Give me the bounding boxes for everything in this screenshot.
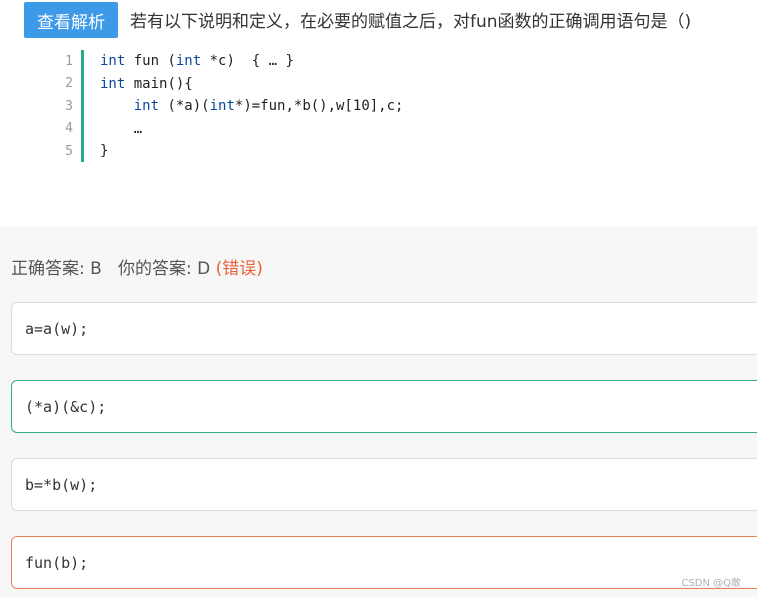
code-text: int main(){ [100,76,193,92]
line-number: 1 [65,53,73,69]
code-line: 4 … [58,118,142,141]
correct-answer-label: 正确答案: B [11,259,102,279]
your-answer-label: 你的答案: D [118,259,211,279]
code-keyword: int [100,75,126,92]
option-c[interactable]: b=*b(w); [11,458,757,511]
code-line: 3 int (*a)(int*)=fun,*b(),w[10],c; [58,95,403,118]
code-block: 1 int fun (int *c) { … } 2 int main(){ 3… [58,50,403,163]
question-text: 若有以下说明和定义，在必要的赋值之后，对fun函数的正确调用语句是（) [130,12,692,32]
view-analysis-button[interactable]: 查看解析 [24,2,118,38]
question-panel: 查看解析 若有以下说明和定义，在必要的赋值之后，对fun函数的正确调用语句是（)… [0,0,757,226]
code-fragment: (*a)( [159,98,210,115]
code-text: int (*a)(int*)=fun,*b(),w[10],c; [100,98,404,115]
code-line: 2 int main(){ [58,73,193,96]
watermark: CSDN @Q敢 [681,578,741,589]
code-line: 5 } [58,140,108,163]
code-keyword: int [175,53,202,70]
line-number: 2 [65,76,73,92]
code-text: int fun (int *c) { … } [100,53,294,69]
code-fragment: fun ( [125,53,176,70]
code-text: } [100,143,108,159]
result-badge: (错误) [215,259,263,279]
code-line: 1 int fun (int *c) { … } [58,50,294,73]
option-d[interactable]: fun(b); [11,536,757,589]
code-fragment: *)=fun,*b(),w[10],c; [234,98,404,115]
code-keyword: int [133,98,160,115]
code-fragment: } [100,143,109,160]
line-number: 4 [65,121,73,137]
answer-panel: 正确答案: B 你的答案: D (错误) a=a(w); (*a)(&c); b… [0,226,757,597]
line-number: 3 [65,98,73,114]
code-fragment: *c) { … } [201,53,294,70]
code-fragment: main(){ [125,75,193,92]
code-accent-bar [81,50,84,162]
code-keyword: int [209,98,235,115]
option-a[interactable]: a=a(w); [11,302,757,355]
code-fragment: … [133,120,143,137]
answer-summary: 正确答案: B 你的答案: D (错误) [11,254,263,279]
option-b[interactable]: (*a)(&c); [11,380,757,433]
code-keyword: int [100,53,126,70]
code-text: … [100,121,142,137]
line-number: 5 [65,143,73,159]
